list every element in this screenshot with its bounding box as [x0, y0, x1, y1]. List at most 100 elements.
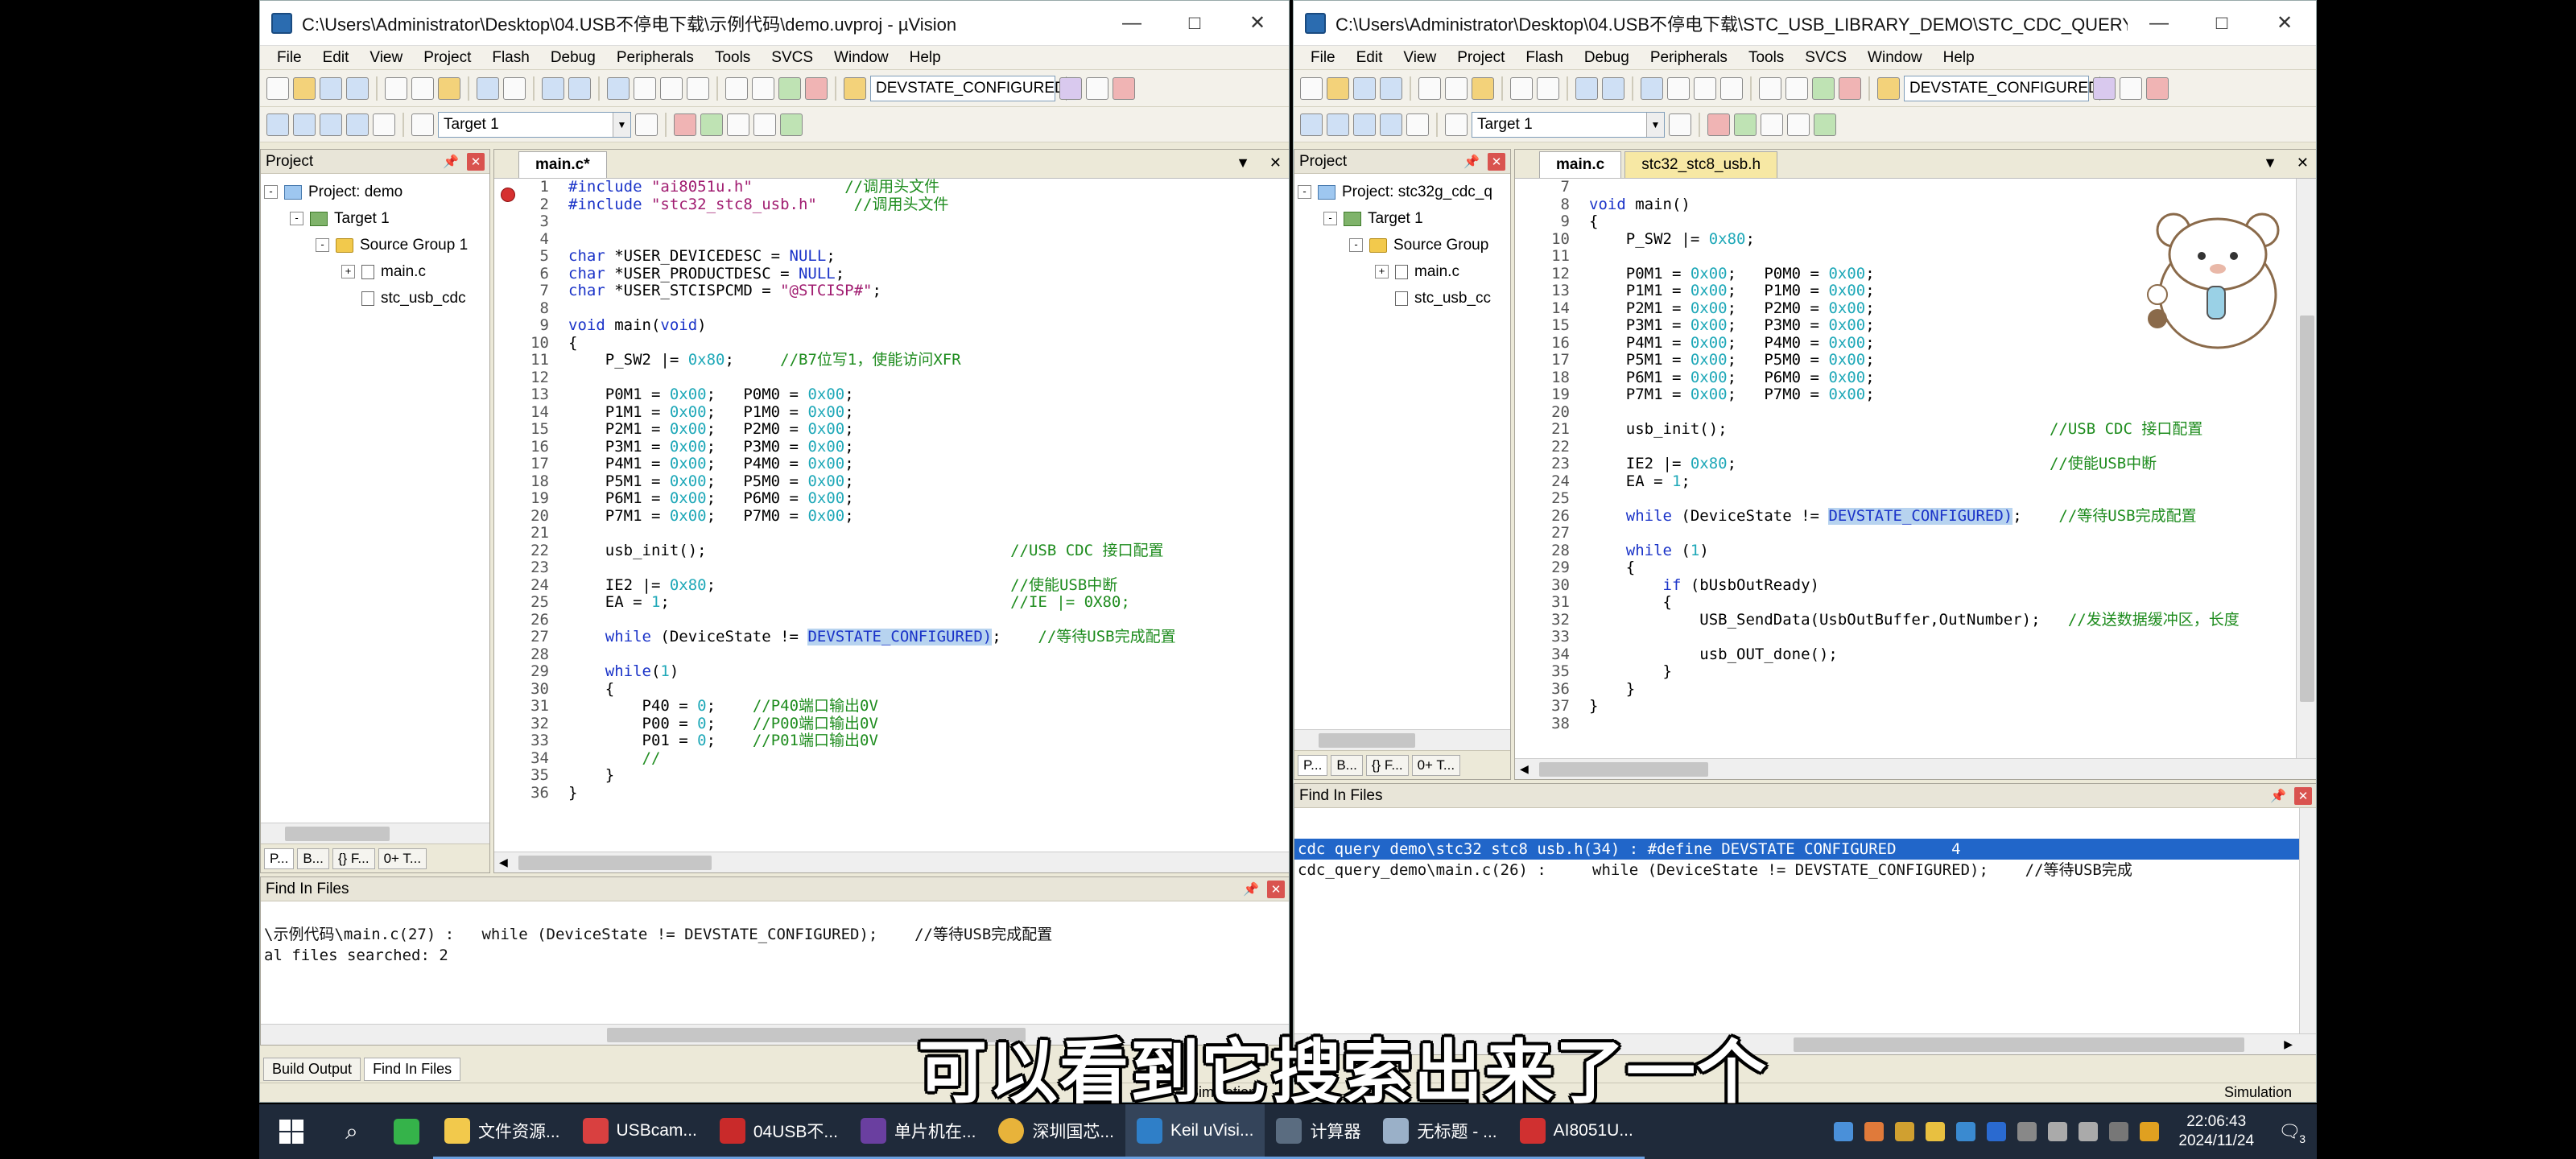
undo-icon[interactable] — [477, 76, 499, 100]
collapse-icon[interactable]: - — [264, 185, 278, 199]
code-line[interactable]: 26 while (DeviceState != DEVSTATE_CONFIG… — [1515, 507, 2296, 526]
code-line[interactable]: 28 — [494, 645, 1269, 664]
close-icon[interactable]: ✕ — [2297, 155, 2309, 171]
pack-installer-icon[interactable] — [1787, 113, 1810, 136]
save-all-icon[interactable] — [346, 76, 369, 100]
code-line[interactable]: 24 EA = 1; — [1515, 472, 2296, 491]
minimize-button[interactable]: — — [1100, 1, 1163, 46]
tab-main-c[interactable]: main.c — [1539, 151, 1622, 178]
scroll-thumb[interactable] — [1794, 1037, 2244, 1052]
breakpoint-icon[interactable] — [501, 188, 515, 202]
editor-hscroll[interactable]: ◀ — [494, 852, 1289, 872]
menu-help[interactable]: Help — [1933, 49, 1985, 67]
code-line[interactable]: 6 char *USER_PRODUCTDESC = NULL; — [494, 265, 1269, 283]
prev-bookmark-icon[interactable] — [1667, 76, 1690, 100]
chevron-down-icon[interactable]: ▼ — [613, 112, 630, 137]
code-line[interactable]: 18 P6M1 = 0x00; P6M0 = 0x00; — [1515, 369, 2296, 387]
open-icon[interactable] — [293, 76, 316, 100]
code-line[interactable]: 29 { — [1515, 559, 2296, 577]
tab-main-c[interactable]: main.c* — [518, 151, 607, 178]
paste-icon[interactable] — [438, 76, 460, 100]
target-options-icon[interactable] — [635, 113, 658, 136]
new-file-icon[interactable] — [266, 76, 289, 100]
wechat-icon[interactable] — [380, 1119, 433, 1145]
target-combo[interactable]: Target 1 ▼ — [1472, 111, 1665, 138]
tab-templates[interactable]: 0+ T... — [378, 848, 427, 869]
find-result-line[interactable]: cdc_query_demo\main.c(26) : while (Devic… — [1294, 860, 2299, 881]
code-line[interactable]: 36 } — [1515, 680, 2296, 699]
uncomment-icon[interactable] — [1839, 76, 1861, 100]
tree-node-group[interactable]: - Source Group 1 — [264, 232, 486, 258]
pack-installer-icon[interactable] — [753, 113, 776, 136]
close-icon[interactable]: ✕ — [2294, 786, 2312, 805]
start-button[interactable] — [259, 1120, 324, 1144]
code-line[interactable]: 23 IE2 |= 0x80; //使能USB中断 — [1515, 455, 2296, 473]
manage-project-icon[interactable] — [700, 113, 723, 136]
taskbar-item-pdf[interactable]: AI8051U... — [1508, 1104, 1645, 1159]
save-all-icon[interactable] — [1380, 76, 1402, 100]
save-icon[interactable] — [1353, 76, 1376, 100]
menu-window[interactable]: Window — [1857, 49, 1933, 67]
copy-icon[interactable] — [411, 76, 434, 100]
network-icon[interactable] — [2048, 1122, 2068, 1141]
code-line[interactable]: 33 — [1515, 628, 2296, 646]
tab-templates[interactable]: 0+ T... — [1411, 754, 1461, 776]
run-time-env-icon[interactable] — [780, 113, 803, 136]
manage-project-icon[interactable] — [1734, 113, 1757, 136]
code-line[interactable]: 3 — [494, 212, 1269, 231]
cut-icon[interactable] — [385, 76, 407, 100]
code-line[interactable]: 30 if (bUsbOutReady) — [1515, 576, 2296, 595]
nav-back-icon[interactable] — [542, 76, 564, 100]
tree-node-project[interactable]: - Project: stc32g_cdc_q — [1298, 179, 1507, 205]
tree-node-main-c[interactable]: + main.c — [264, 258, 486, 285]
menu-project[interactable]: Project — [1447, 49, 1515, 67]
menu-view[interactable]: View — [359, 49, 413, 67]
tray-search-icon[interactable] — [1926, 1122, 1946, 1141]
pin-icon[interactable]: 📌 — [1243, 881, 1259, 897]
code-editor[interactable]: 1 #include "ai8051u.h" //调用头文件 2 #include "… — [494, 179, 1269, 852]
code-line[interactable]: 18 P5M1 = 0x00; P5M0 = 0x00; — [494, 472, 1269, 491]
menu-tools[interactable]: Tools — [704, 49, 761, 67]
debug-session-icon[interactable] — [2146, 76, 2169, 100]
volume-icon[interactable] — [2079, 1122, 2099, 1141]
code-line[interactable]: 16 P3M1 = 0x00; P3M0 = 0x00; — [494, 438, 1269, 456]
taskbar-item-wps[interactable]: 04USB不... — [708, 1104, 849, 1159]
code-line[interactable]: 12 — [494, 369, 1269, 387]
code-line[interactable]: 31 { — [1515, 593, 2296, 612]
nav-forward-icon[interactable] — [568, 76, 591, 100]
code-line[interactable]: 11 P_SW2 |= 0x80; //B7位写1，使能访问XFR — [494, 351, 1269, 369]
find-result-line[interactable]: \示例代码\main.c(27) : while (DeviceState !=… — [261, 909, 1272, 945]
collapse-icon[interactable]: - — [316, 238, 329, 252]
comment-icon[interactable] — [778, 76, 801, 100]
taskbar-item-usbcam[interactable]: USBcam... — [571, 1104, 708, 1159]
find-combo[interactable]: DEVSTATE_CONFIGURED▼ — [1904, 75, 2110, 101]
collapse-icon[interactable]: - — [1298, 185, 1311, 199]
menu-flash[interactable]: Flash — [481, 49, 539, 67]
code-line[interactable]: 23 — [494, 559, 1269, 577]
target-options-icon[interactable] — [1669, 113, 1691, 136]
pin-icon[interactable]: 📌 — [443, 154, 459, 170]
code-line[interactable]: 15 P2M1 = 0x00; P2M0 = 0x00; — [494, 420, 1269, 439]
usb-icon[interactable] — [2017, 1122, 2037, 1141]
manage-components-icon[interactable] — [674, 113, 696, 136]
target-combo[interactable]: Target 1 ▼ — [438, 111, 631, 138]
code-line[interactable]: 4 — [494, 230, 1269, 249]
code-line[interactable]: 25 EA = 1; //IE |= 0X80; — [494, 593, 1269, 612]
maximize-button[interactable]: □ — [2190, 1, 2253, 46]
bookmark-icon[interactable] — [607, 76, 630, 100]
translate-icon[interactable] — [1300, 113, 1323, 136]
chevron-left-icon[interactable]: ◀ — [1515, 762, 1529, 776]
find-icon[interactable] — [2093, 76, 2116, 100]
rebuild-icon[interactable] — [1353, 113, 1376, 136]
manage-components-icon[interactable] — [1707, 113, 1730, 136]
save-icon[interactable] — [320, 76, 342, 100]
close-icon[interactable]: ✕ — [1269, 155, 1282, 171]
batch-build-icon[interactable] — [1380, 113, 1402, 136]
build-icon[interactable] — [293, 113, 316, 136]
ime-icon[interactable] — [2109, 1122, 2129, 1141]
code-line[interactable]: 33 P01 = 0; //P01端口输出0V — [494, 732, 1269, 750]
menu-edit[interactable]: Edit — [1346, 49, 1393, 67]
code-line[interactable]: 5 char *USER_DEVICEDESC = NULL; — [494, 247, 1269, 266]
prev-bookmark-icon[interactable] — [634, 76, 656, 100]
clock[interactable]: 22:06:43 2024/11/24 — [2178, 1112, 2254, 1151]
